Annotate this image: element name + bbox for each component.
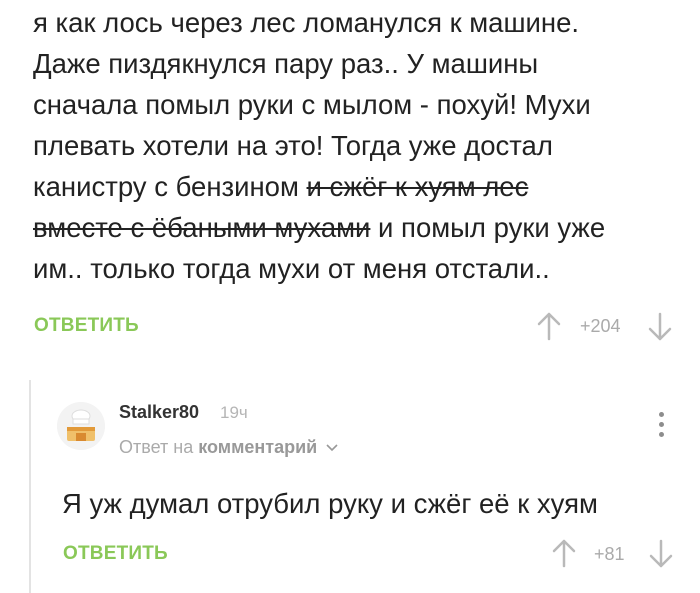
comment-line: я как лось через лес ломанулся к машине.	[33, 7, 580, 38]
reply-to-target: комментарий	[198, 437, 318, 457]
arrow-down-icon[interactable]	[648, 539, 674, 569]
strikethrough-text: вместе с ёбаными мухами	[33, 212, 371, 243]
reply-button[interactable]: ОТВЕТИТЬ	[63, 543, 168, 565]
chevron-down-icon	[326, 444, 338, 452]
comment-line: канистру с бензином и сжёг к хуям лес	[33, 166, 693, 207]
comment-text: канистру с бензином	[33, 171, 307, 202]
timestamp: 19ч	[220, 403, 248, 422]
thread-line	[29, 380, 31, 593]
avatar[interactable]	[57, 402, 105, 450]
comment-score: +81	[594, 544, 625, 564]
arrow-down-icon[interactable]	[647, 312, 673, 342]
comment-text: и помыл руки уже	[370, 212, 606, 243]
arrow-up-icon[interactable]	[551, 538, 577, 568]
comment-body: Я уж думал отрубил руку и сжёг её к хуям	[62, 488, 598, 519]
reply-button[interactable]: ОТВЕТИТЬ	[34, 315, 139, 337]
comment-line: плевать хотели на это! Тогда уже достал	[33, 130, 553, 161]
comment-line: сначала помыл руки с мылом - похуй! Мухи	[33, 89, 591, 120]
comment-line: вместе с ёбаными мухами и помыл руки уже	[33, 207, 693, 248]
strikethrough-text: и сжёг к хуям лес	[306, 171, 529, 202]
username[interactable]: Stalker80	[119, 402, 199, 423]
comment-body: я как лось через лес ломанулся к машине.…	[33, 2, 693, 289]
comment-line: им.. только тогда мухи от меня отстали..	[33, 253, 550, 284]
arrow-up-icon[interactable]	[536, 311, 562, 341]
reply-to-prefix: Ответ на	[119, 437, 194, 457]
comment-score: +204	[580, 316, 621, 336]
comment-line: Даже пиздякнулся пару раз.. У машины	[33, 48, 539, 79]
reply-to-link[interactable]: Ответ на комментарий	[119, 437, 338, 458]
chef-hat-avatar-icon	[57, 402, 105, 450]
more-vertical-icon[interactable]	[657, 412, 665, 442]
